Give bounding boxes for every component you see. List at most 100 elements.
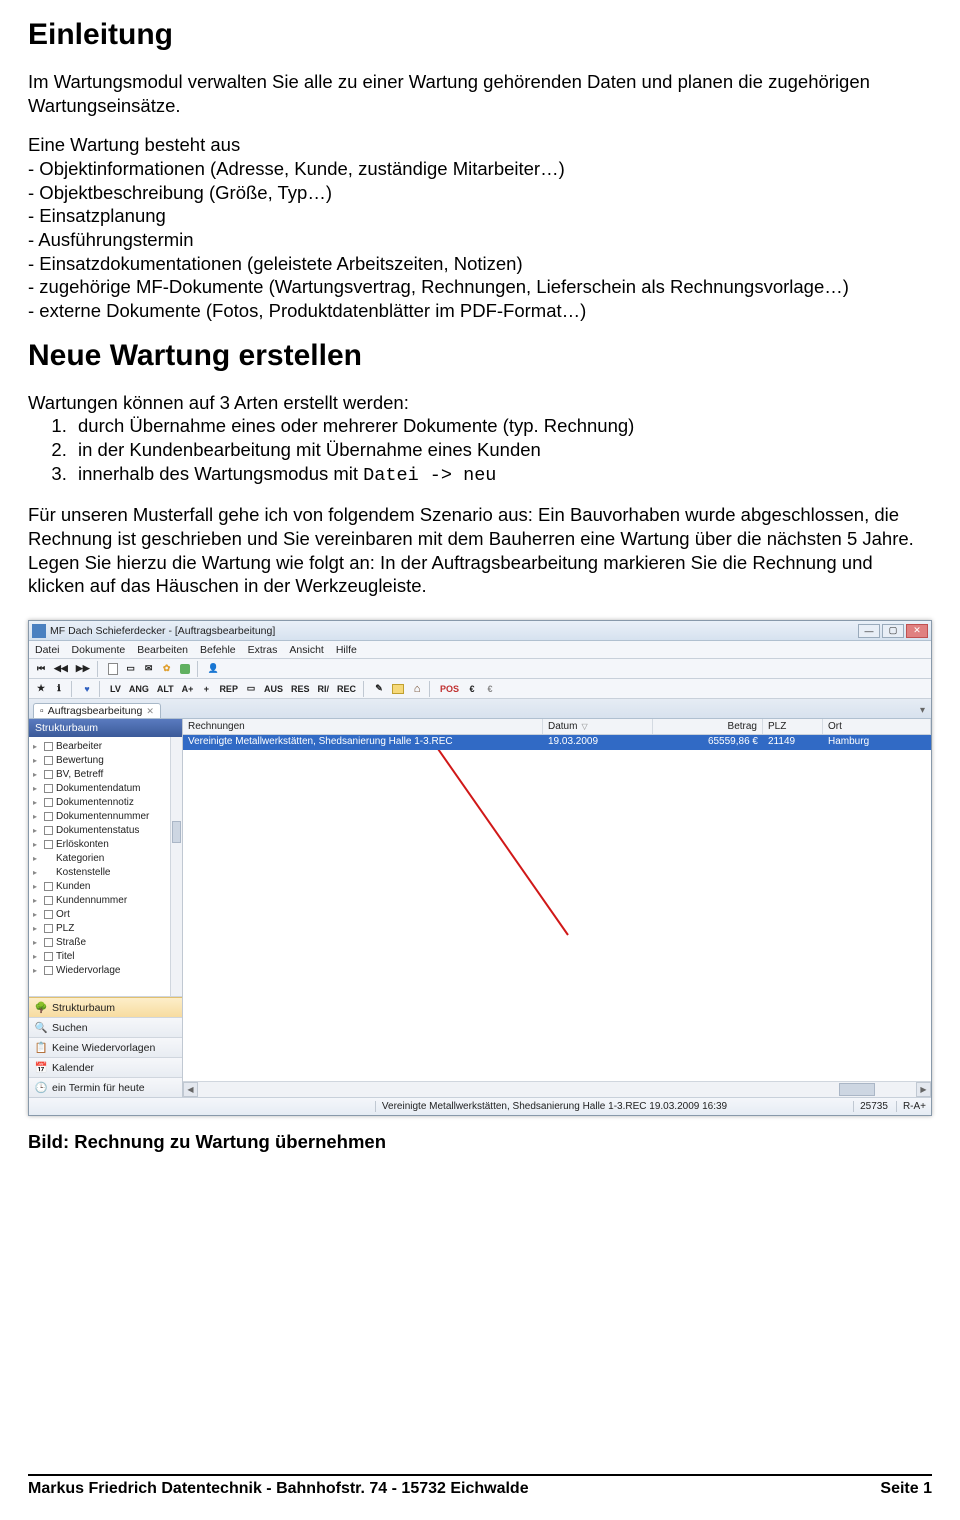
reminder-icon: 📋 bbox=[35, 1042, 47, 1054]
menu-hilfe[interactable]: Hilfe bbox=[336, 644, 357, 656]
tb-box-icon[interactable]: ▭ bbox=[243, 681, 259, 697]
panel-termin[interactable]: 🕒ein Termin für heute bbox=[29, 1077, 182, 1097]
tree-item: ▸PLZ bbox=[29, 921, 182, 935]
col-plz: PLZ bbox=[763, 719, 823, 734]
panel-suchen[interactable]: 🔍Suchen bbox=[29, 1017, 182, 1037]
menu-datei[interactable]: Datei bbox=[35, 644, 60, 656]
tree-item: ▸Kunden bbox=[29, 879, 182, 893]
tb-euro2-icon[interactable]: € bbox=[482, 681, 498, 697]
tb-nav-first-icon[interactable]: ⏮ bbox=[33, 661, 49, 677]
maximize-button[interactable]: ▢ bbox=[882, 624, 904, 638]
sidebar-header: Strukturbaum bbox=[29, 719, 182, 737]
tree-item: ▸Dokumentennotiz bbox=[29, 795, 182, 809]
footer-left: Markus Friedrich Datentechnik - Bahnhofs… bbox=[28, 1480, 529, 1498]
tree-item: ▸Ort bbox=[29, 907, 182, 921]
calendar-icon: 📅 bbox=[35, 1062, 47, 1074]
grid-column-headers[interactable]: Rechnungen Datum▽ Betrag PLZ Ort bbox=[183, 719, 931, 735]
status-document: Vereinigte Metallwerkstätten, Shedsanier… bbox=[375, 1101, 727, 1112]
clock-icon: 🕒 bbox=[35, 1082, 47, 1094]
tb-pen-icon[interactable]: ✎ bbox=[371, 681, 387, 697]
status-bar: Vereinigte Metallwerkstätten, Shedsanier… bbox=[29, 1097, 931, 1115]
heading-neue-wartung: Neue Wartung erstellen bbox=[28, 339, 932, 373]
tree-scrollbar[interactable] bbox=[170, 737, 182, 996]
tree-item: ▸Dokumentennummer bbox=[29, 809, 182, 823]
list-item: - zugehörige MF-Dokumente (Wartungsvertr… bbox=[28, 275, 932, 299]
col-betrag: Betrag bbox=[653, 719, 763, 734]
tb-rep[interactable]: REP bbox=[216, 681, 241, 697]
tb-info-icon[interactable]: ℹ bbox=[51, 681, 67, 697]
tree-item: ▸Straße bbox=[29, 935, 182, 949]
tb-star-icon[interactable]: ★ bbox=[33, 681, 49, 697]
panel-wiedervorlagen[interactable]: 📋Keine Wiedervorlagen bbox=[29, 1037, 182, 1057]
close-button[interactable]: ✕ bbox=[906, 624, 928, 638]
tb-folder-icon[interactable] bbox=[389, 681, 407, 697]
list-item: - Objektinformationen (Adresse, Kunde, z… bbox=[28, 157, 932, 181]
list-item: in der Kundenbearbeitung mit Übernahme e… bbox=[72, 438, 932, 462]
tab-auftragsbearbeitung[interactable]: ▫ Auftragsbearbeitung ✕ bbox=[33, 703, 161, 718]
tb-doc-icon[interactable] bbox=[105, 661, 121, 677]
toolbar-2: ★ ℹ ♥ LV ANG ALT A+ + REP ▭ AUS RES RI/ … bbox=[29, 679, 931, 699]
heading-einleitung: Einleitung bbox=[28, 18, 932, 52]
tree-item: ▸Kategorien bbox=[29, 851, 182, 865]
tb-green-icon[interactable] bbox=[177, 661, 193, 677]
tb-plus[interactable]: + bbox=[198, 681, 214, 697]
document-tabs: ▫ Auftragsbearbeitung ✕ ▾ bbox=[29, 699, 931, 719]
wartung-components-list: Eine Wartung besteht aus - Objektinforma… bbox=[28, 133, 932, 322]
list-item: - Einsatzdokumentationen (geleistete Arb… bbox=[28, 252, 932, 276]
image-caption: Bild: Rechnung zu Wartung übernehmen bbox=[28, 1130, 932, 1154]
tb-heart-icon[interactable]: ♥ bbox=[79, 681, 95, 697]
tb-gear-icon[interactable]: ✿ bbox=[159, 661, 175, 677]
list-item: - Ausführungstermin bbox=[28, 228, 932, 252]
grid-row-selected[interactable]: Vereinigte Metallwerkstätten, Shedsanier… bbox=[183, 735, 931, 750]
cell-ort: Hamburg bbox=[823, 735, 931, 750]
tb-card-icon[interactable]: ▭ bbox=[123, 661, 139, 677]
menu-bearbeiten[interactable]: Bearbeiten bbox=[137, 644, 188, 656]
tb-ang[interactable]: ANG bbox=[126, 681, 152, 697]
tb-user-icon[interactable]: 👤 bbox=[205, 661, 222, 677]
app-icon bbox=[32, 624, 46, 638]
tree-item: ▸Kostenstelle bbox=[29, 865, 182, 879]
tb-nav-next-icon[interactable]: ▶▶ bbox=[73, 661, 93, 677]
list-item: - Einsatzplanung bbox=[28, 204, 932, 228]
list-item: innerhalb des Wartungsmodus mit Datei ->… bbox=[72, 462, 932, 488]
tb-aus[interactable]: AUS bbox=[261, 681, 286, 697]
search-icon: 🔍 bbox=[35, 1022, 47, 1034]
horizontal-scrollbar[interactable]: ◀ ▶ bbox=[183, 1081, 931, 1097]
tree-item: ▸BV, Betreff bbox=[29, 767, 182, 781]
scroll-left-icon[interactable]: ◀ bbox=[183, 1082, 198, 1097]
tabbar-menu-icon[interactable]: ▾ bbox=[914, 703, 931, 718]
tab-close-icon[interactable]: ✕ bbox=[146, 706, 154, 717]
menu-ansicht[interactable]: Ansicht bbox=[289, 644, 323, 656]
panel-kalender[interactable]: 📅Kalender bbox=[29, 1057, 182, 1077]
tb-currency-icon[interactable]: € bbox=[464, 681, 480, 697]
tree-icon: 🌳 bbox=[35, 1002, 47, 1014]
cell-betrag: 65559,86 € bbox=[653, 735, 763, 750]
toolbar-1: ⏮ ◀◀ ▶▶ ▭ ✉ ✿ 👤 bbox=[29, 659, 931, 679]
menu-bar: Datei Dokumente Bearbeiten Befehle Extra… bbox=[29, 641, 931, 659]
tb-pos[interactable]: POS bbox=[437, 681, 462, 697]
page-footer: Markus Friedrich Datentechnik - Bahnhofs… bbox=[28, 1474, 932, 1498]
tb-nav-prev-icon[interactable]: ◀◀ bbox=[51, 661, 71, 677]
app-screenshot: MF Dach Schieferdecker - [Auftragsbearbe… bbox=[28, 620, 932, 1116]
minimize-button[interactable]: — bbox=[858, 624, 880, 638]
menu-extras[interactable]: Extras bbox=[248, 644, 278, 656]
scroll-right-icon[interactable]: ▶ bbox=[916, 1082, 931, 1097]
panel-strukturbaum[interactable]: 🌳Strukturbaum bbox=[29, 997, 182, 1017]
col-rechnungen: Rechnungen bbox=[183, 719, 543, 734]
list-lead: Eine Wartung besteht aus bbox=[28, 133, 932, 157]
sidebar: Strukturbaum ▸Bearbeiter ▸Bewertung ▸BV,… bbox=[29, 719, 183, 1097]
tb-aplus[interactable]: A+ bbox=[179, 681, 197, 697]
list-item: - Objektbeschreibung (Größe, Typ…) bbox=[28, 181, 932, 205]
tb-ri[interactable]: RI/ bbox=[314, 681, 332, 697]
tb-rec[interactable]: REC bbox=[334, 681, 359, 697]
structure-tree[interactable]: ▸Bearbeiter ▸Bewertung ▸BV, Betreff ▸Dok… bbox=[29, 737, 182, 997]
menu-dokumente[interactable]: Dokumente bbox=[72, 644, 126, 656]
tb-mail-icon[interactable]: ✉ bbox=[141, 661, 157, 677]
cell-name: Vereinigte Metallwerkstätten, Shedsanier… bbox=[183, 735, 543, 750]
menu-befehle[interactable]: Befehle bbox=[200, 644, 236, 656]
tb-lv[interactable]: LV bbox=[107, 681, 124, 697]
list-item: durch Übernahme eines oder mehrerer Doku… bbox=[72, 414, 932, 438]
tb-house-icon[interactable]: ⌂ bbox=[409, 681, 425, 697]
tb-res[interactable]: RES bbox=[288, 681, 313, 697]
tb-alt[interactable]: ALT bbox=[154, 681, 177, 697]
